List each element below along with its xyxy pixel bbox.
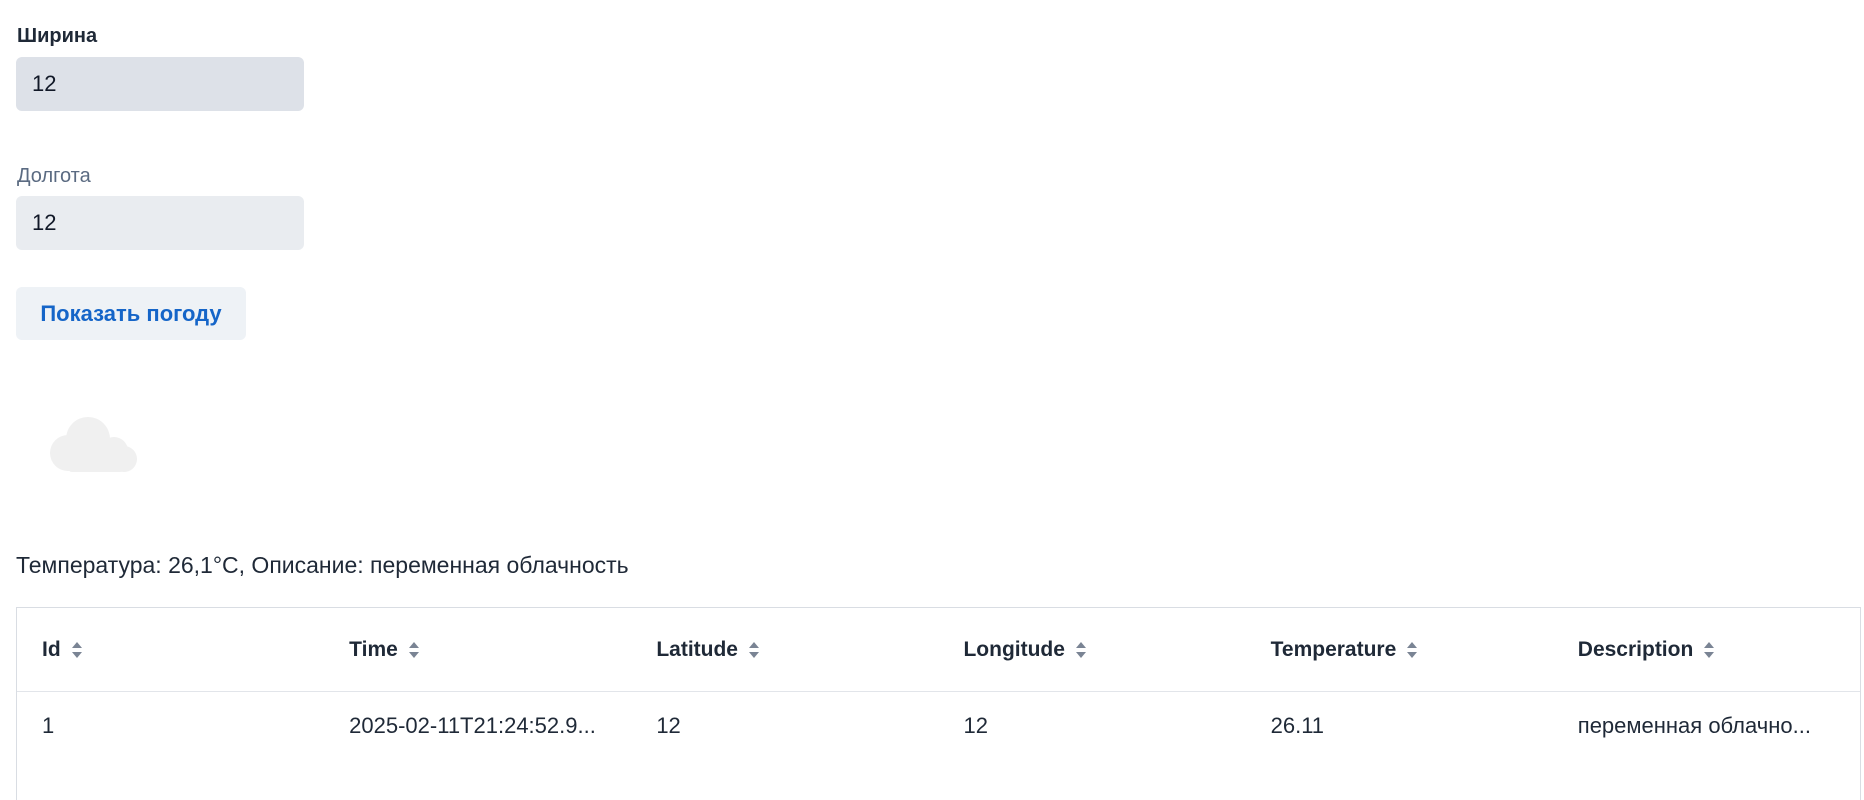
latitude-label: Ширина (17, 25, 98, 47)
cell-time: 2025-02-11T21:24:52.9... (349, 713, 596, 738)
column-header-label: Longitude (963, 637, 1065, 661)
column-header-id[interactable]: Id (17, 608, 325, 692)
show-weather-button[interactable]: Показать погоду (16, 287, 246, 340)
sort-icon[interactable] (1075, 640, 1087, 660)
column-header-label: Temperature (1270, 637, 1397, 661)
cloud-icon (50, 417, 137, 472)
table-row[interactable]: 1 2025-02-11T21:24:52.9... 12 12 26.11 п… (17, 692, 1860, 755)
weather-history-table: Id Time Latitude Longitude Temperature D… (16, 607, 1861, 800)
column-header-latitude[interactable]: Latitude (631, 608, 939, 692)
column-header-label: Latitude (656, 637, 738, 661)
sort-icon[interactable] (748, 640, 760, 660)
table-header-row: Id Time Latitude Longitude Temperature D… (17, 608, 1860, 692)
column-header-label: Id (42, 637, 61, 661)
weather-page: Ширина Долгота Показать погоду Температу… (0, 0, 1864, 800)
latitude-input[interactable] (16, 57, 304, 111)
longitude-input[interactable] (16, 196, 304, 250)
column-header-label: Description (1577, 637, 1694, 661)
longitude-label: Долгота (17, 165, 91, 187)
cell-longitude: 12 (963, 713, 988, 738)
weather-summary: Температура: 26,1°C, Описание: переменна… (16, 552, 629, 578)
column-header-temperature[interactable]: Temperature (1245, 608, 1553, 692)
sort-icon[interactable] (71, 640, 83, 660)
sort-icon[interactable] (1406, 640, 1418, 660)
sort-icon[interactable] (408, 640, 420, 660)
column-header-time[interactable]: Time (324, 608, 632, 692)
column-header-label: Time (349, 637, 398, 661)
cell-temperature: 26.11 (1270, 713, 1325, 738)
column-header-longitude[interactable]: Longitude (938, 608, 1246, 692)
cell-latitude: 12 (656, 713, 681, 738)
sort-icon[interactable] (1703, 640, 1715, 660)
cell-id: 1 (42, 713, 55, 738)
column-header-description[interactable]: Description (1552, 608, 1860, 692)
cell-description: переменная облачно... (1577, 713, 1811, 738)
